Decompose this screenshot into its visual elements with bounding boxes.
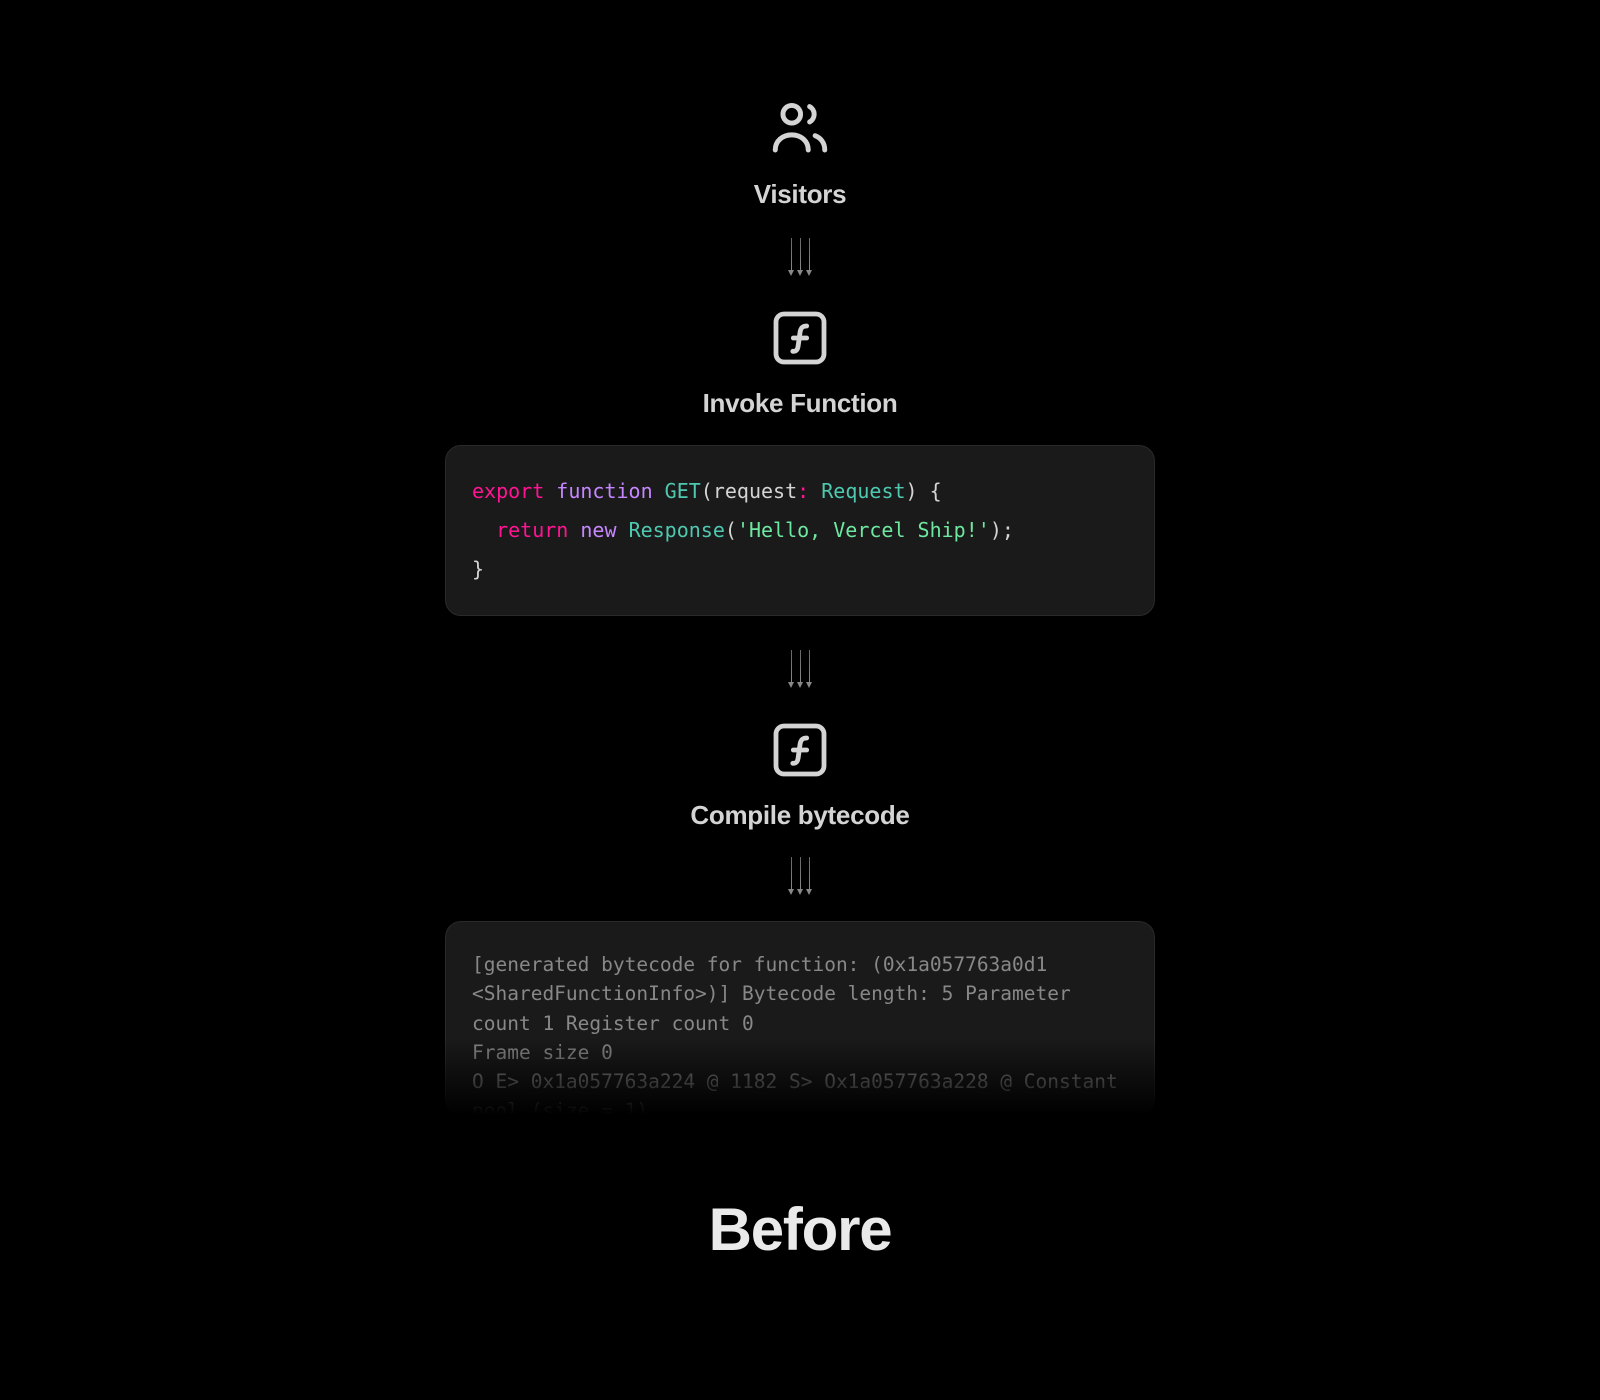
string-literal: 'Hello, Vercel Ship!' bbox=[737, 518, 990, 542]
class-name: Response bbox=[629, 518, 725, 542]
function-icon bbox=[768, 306, 832, 370]
flow-arrows bbox=[791, 857, 810, 893]
invoke-title: Invoke Function bbox=[703, 388, 898, 419]
kw-export: export bbox=[472, 479, 544, 503]
fn-name: GET bbox=[665, 479, 701, 503]
flow-arrows bbox=[791, 650, 810, 686]
compile-section: Compile bytecode bbox=[690, 718, 909, 831]
invoke-section: Invoke Function bbox=[703, 306, 898, 419]
kw-new: new bbox=[580, 518, 616, 542]
visitors-title: Visitors bbox=[754, 179, 847, 210]
visitors-icon bbox=[767, 95, 833, 161]
bytecode-block: [generated bytecode for function: (0x1a0… bbox=[445, 921, 1155, 1115]
kw-return: return bbox=[496, 518, 568, 542]
visitors-section: Visitors bbox=[754, 95, 847, 210]
kw-function: function bbox=[556, 479, 652, 503]
code-block: export function GET(request: Request) { … bbox=[445, 445, 1155, 616]
page-title: Before bbox=[709, 1195, 892, 1264]
function-icon bbox=[768, 718, 832, 782]
flow-arrows bbox=[791, 238, 810, 274]
compile-title: Compile bytecode bbox=[690, 800, 909, 831]
